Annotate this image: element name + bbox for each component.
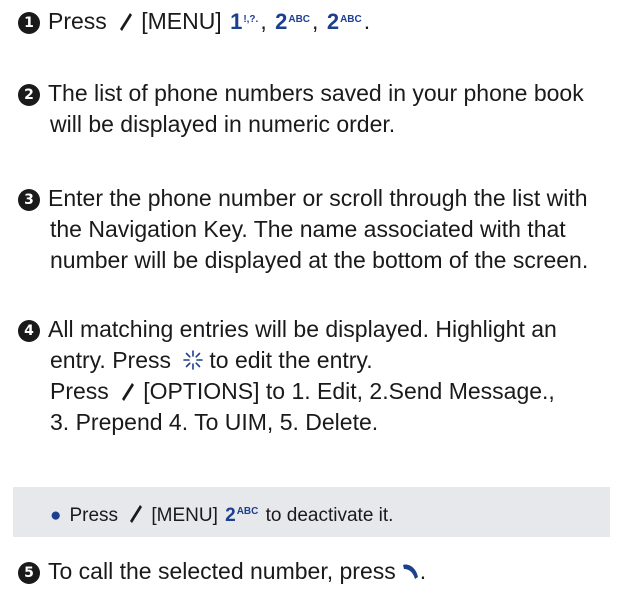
note-text: ● Press [MENU] 2ABC to deactivate it. [50, 499, 393, 529]
step-number: 3 [18, 189, 40, 211]
key-2-icon: 2ABC [275, 9, 311, 34]
step-text-line: will be displayed in numeric order. [50, 111, 396, 137]
press-label: Press [48, 8, 107, 34]
step-2: 2 The list of phone numbers saved in your… [18, 78, 618, 140]
step-text-line: [OPTIONS] to 1. Edit, 2.Send Message., [143, 378, 555, 404]
step-text-line: To call the selected number, press [48, 558, 396, 584]
step-5: 5 To call the selected number, press. [18, 556, 618, 587]
step-number: 4 [18, 320, 40, 342]
step-3: 3 Enter the phone number or scroll throug… [18, 183, 618, 276]
key-2-icon: 2ABC [225, 505, 259, 526]
menu-label: [MENU] [151, 505, 218, 526]
soft-key-icon [130, 505, 143, 523]
separator: , [260, 8, 267, 34]
ok-key-icon [183, 350, 204, 370]
note-after-text: to deactivate it. [265, 505, 394, 526]
note-box: ● Press [MENU] 2ABC to deactivate it. [10, 487, 610, 537]
key-1-icon: 1!,?. [230, 9, 259, 34]
step-text-line: All matching entries will be displayed. … [48, 316, 557, 342]
step-text-line: to edit the entry. [209, 347, 373, 373]
step-number: 2 [18, 84, 40, 106]
soft-key-icon [120, 13, 133, 31]
press-label: Press [69, 505, 119, 526]
step-4: 4 All matching entries will be displayed.… [18, 314, 618, 438]
separator: , [312, 8, 319, 34]
step-text-line: number will be displayed at the bottom o… [50, 247, 589, 273]
step-number: 5 [18, 562, 40, 584]
note-divider [10, 487, 13, 537]
soft-key-icon [122, 383, 135, 401]
send-key-icon [402, 564, 418, 579]
step-text-line: the Navigation Key. The name associated … [50, 216, 566, 242]
key-2-icon: 2ABC [326, 9, 362, 34]
step-number: 1 [18, 12, 40, 34]
step-1: 1 Press [MENU] 1!,?., 2ABC, 2ABC. [18, 4, 618, 37]
bullet-icon: ● [50, 505, 62, 526]
separator: . [363, 8, 371, 34]
step-text-line: Press [50, 378, 109, 404]
period: . [419, 558, 427, 584]
step-text-line: 3. Prepend 4. To UIM, 5. Delete. [50, 409, 379, 435]
step-text-line: entry. Press [50, 347, 171, 373]
menu-label: [MENU] [141, 8, 222, 34]
step-text-line: Enter the phone number or scroll through… [48, 185, 588, 211]
step-text-line: The list of phone numbers saved in your … [48, 80, 584, 106]
